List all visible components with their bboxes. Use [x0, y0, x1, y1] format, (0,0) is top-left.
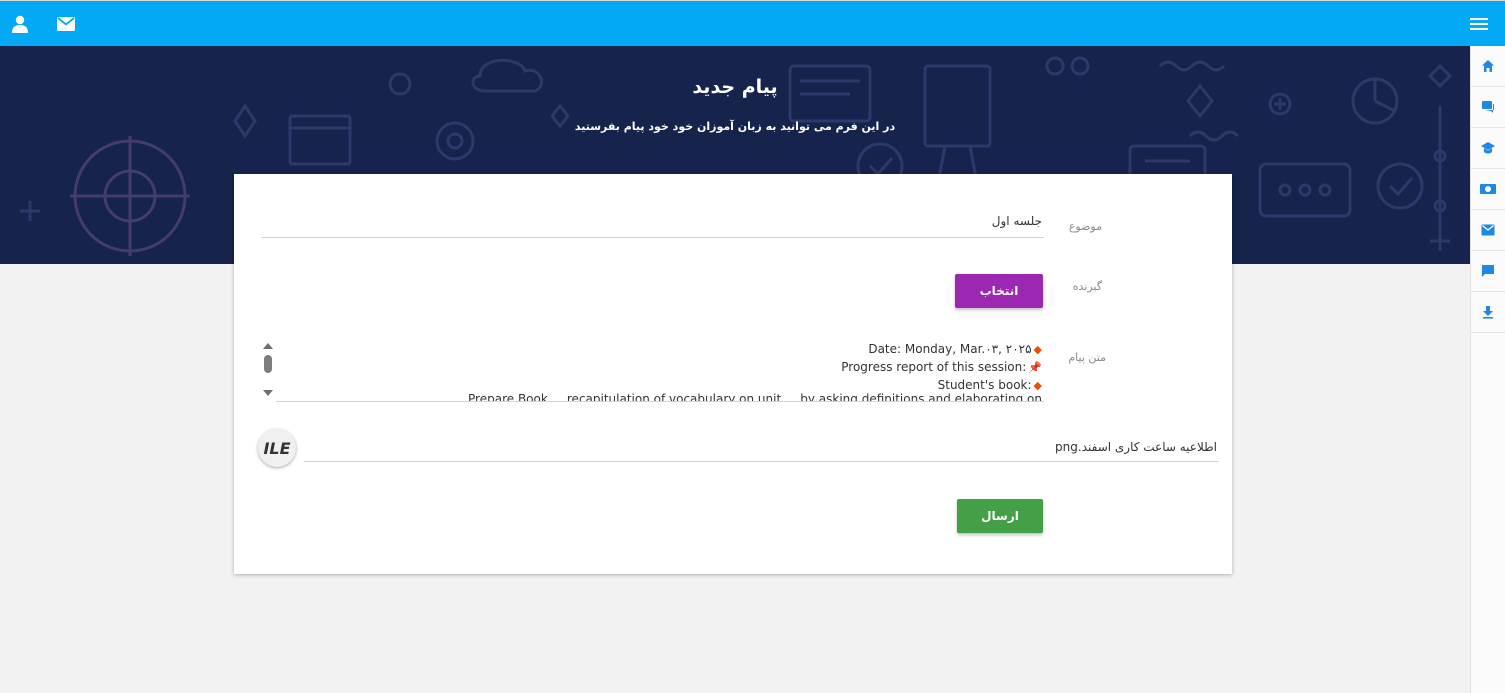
user-icon[interactable] [8, 12, 32, 36]
sidebar-item-payments[interactable] [1471, 169, 1505, 210]
subject-input[interactable] [261, 204, 1044, 238]
select-recipient-button[interactable]: انتخاب [955, 274, 1043, 308]
right-sidebar [1470, 46, 1505, 693]
top-bar [0, 0, 1505, 46]
graduation-cap-icon [1481, 142, 1495, 154]
scroll-down-arrow-icon[interactable] [263, 390, 273, 396]
message-line: Progress report of this session: 📌 [841, 360, 1042, 374]
sidebar-item-home[interactable] [1471, 46, 1505, 87]
pushpin-icon: 📌 [1028, 360, 1042, 374]
send-button[interactable]: ارسال [957, 499, 1043, 533]
comment-icon [1482, 265, 1494, 277]
menu-icon[interactable] [1467, 12, 1491, 36]
diamond-icon: ◆ [1033, 342, 1042, 356]
sidebar-item-mail[interactable] [1471, 210, 1505, 251]
sidebar-item-messages[interactable] [1471, 87, 1505, 128]
diamond-icon: ◆ [1033, 378, 1042, 392]
scroll-thumb[interactable] [264, 355, 272, 373]
money-icon [1480, 184, 1496, 194]
chat-bubbles-icon [1482, 101, 1494, 113]
sidebar-item-download[interactable] [1471, 292, 1505, 333]
mail-icon [1481, 224, 1495, 236]
new-message-form: موضوع گیرنده انتخاب متن پیام Date: Monda… [234, 174, 1232, 574]
mail-icon[interactable] [54, 12, 78, 36]
message-line: Prepare Book ... recapitulation of vocab… [468, 392, 1042, 402]
sidebar-item-comments[interactable] [1471, 251, 1505, 292]
page-subtitle: در این فرم می توانید به زبان آموزان خود … [574, 120, 896, 133]
attach-file-button[interactable]: ILE [258, 429, 296, 467]
message-textarea[interactable]: Date: Monday, Mar.۰۳, ۲۰۲۵ ◆ Progress re… [276, 340, 1044, 402]
message-line: Date: Monday, Mar.۰۳, ۲۰۲۵ ◆ [868, 342, 1042, 356]
page-title: پیام جدید [692, 76, 778, 98]
message-scrollbar[interactable] [258, 340, 278, 398]
attachment-filename-input[interactable] [304, 432, 1219, 462]
sidebar-item-classes[interactable] [1471, 128, 1505, 169]
home-icon [1482, 60, 1494, 72]
download-icon [1483, 306, 1493, 319]
scroll-up-arrow-icon[interactable] [263, 343, 273, 349]
file-icon: ILE [263, 438, 291, 458]
